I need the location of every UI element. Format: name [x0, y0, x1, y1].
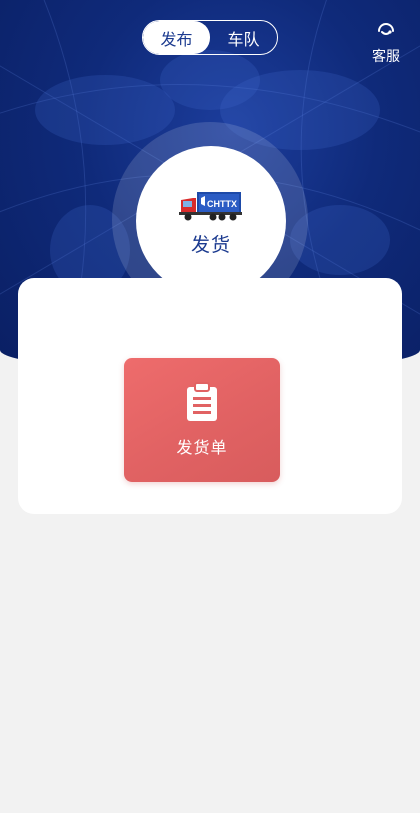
headset-icon	[378, 23, 394, 35]
truck-icon: CHTTX	[179, 191, 242, 220]
shipping-order-button[interactable]: 发货单	[124, 358, 280, 482]
mode-segmented-control: 发布 车队	[142, 20, 278, 55]
clipboard-icon	[187, 382, 217, 421]
tab-publish[interactable]: 发布	[143, 21, 210, 54]
customer-service-button[interactable]: 客服	[366, 18, 406, 66]
ship-goods-label: 发货	[190, 233, 231, 256]
truck-logo-text: CHTTX	[207, 199, 237, 209]
customer-service-label: 客服	[372, 49, 400, 65]
ship-goods-button[interactable]: CHTTX 发货	[136, 146, 286, 296]
tab-fleet[interactable]: 车队	[210, 21, 277, 54]
shipping-order-label: 发货单	[176, 438, 228, 457]
